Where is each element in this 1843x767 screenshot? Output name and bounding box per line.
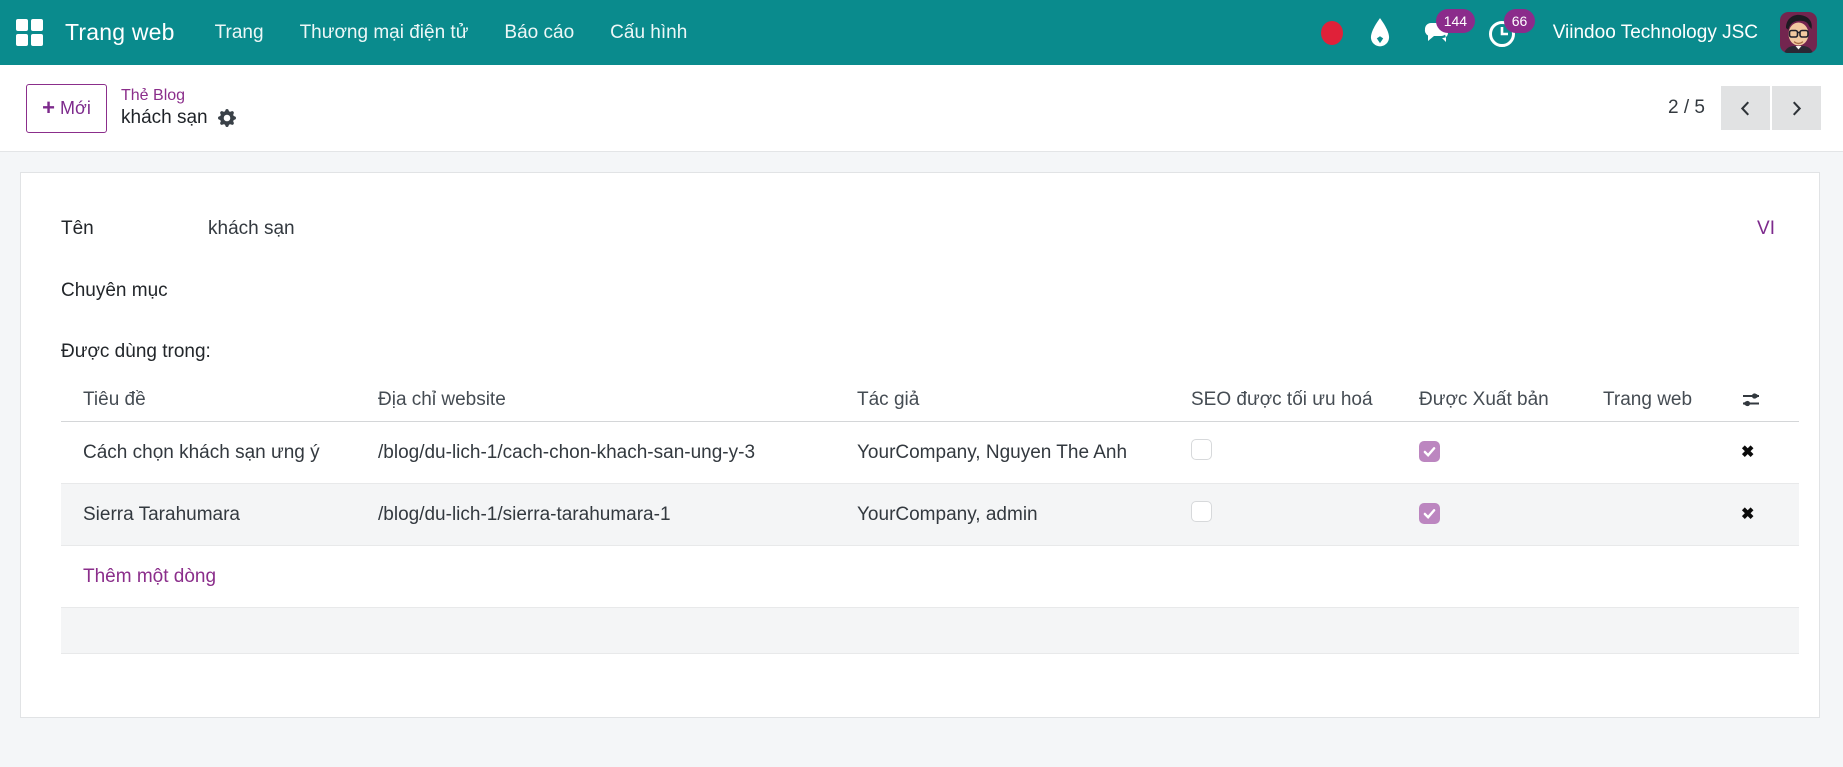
plus-icon: + (42, 95, 56, 120)
activities-clock-icon[interactable]: 66 (1487, 8, 1536, 49)
apps-grid-square (16, 34, 28, 46)
header-seo-optimized[interactable]: SEO được tối ưu hoá (1169, 389, 1397, 411)
header-website[interactable]: Trang web (1581, 389, 1727, 411)
user-menu[interactable]: Viindoo Technology JSC (1553, 22, 1758, 44)
cell-website-url: /blog/du-lich-1/sierra-tarahumara-1 (378, 503, 671, 525)
apps-grid-square (31, 19, 43, 31)
cell-title: Cách chọn khách sạn ưng ý (83, 441, 320, 463)
add-line-link[interactable]: Thêm một dòng (61, 566, 216, 588)
app-menu-bar: Trang Thương mại điện tử Báo cáo Cấu hìn… (215, 22, 688, 44)
apps-grid-square (31, 34, 43, 46)
pager-value: 2 / 5 (1668, 97, 1705, 118)
delete-row-button[interactable]: ✖ (1741, 445, 1754, 461)
used-in-label: Được dùng trong: (61, 341, 211, 362)
empty-striped-row (61, 608, 1799, 654)
topbar-systray: 144 66 Viindoo Technology JSC (1320, 8, 1817, 53)
menu-item-thuong-mai-dien-tu[interactable]: Thương mại điện tử (300, 22, 469, 44)
cell-author: YourCompany, admin (857, 503, 1038, 525)
new-record-button-label: Mới (60, 97, 91, 118)
header-author[interactable]: Tác giả (835, 389, 1169, 411)
messages-icon[interactable]: 144 (1419, 8, 1476, 49)
activities-count-badge: 66 (1503, 8, 1536, 33)
published-checkbox[interactable] (1419, 503, 1440, 524)
breadcrumb: Thẻ Blog khách sạn (121, 86, 236, 130)
delete-row-button[interactable]: ✖ (1741, 507, 1754, 523)
apps-menu-icon[interactable] (16, 19, 43, 46)
cell-seo-optimized (1169, 501, 1397, 528)
action-gear-icon[interactable] (217, 109, 236, 127)
field-row-category: Chuyên mục (61, 279, 1775, 303)
table-row[interactable]: Cách chọn khách sạn ưng ý /blog/du-lich-… (61, 422, 1799, 484)
chevron-left-icon (1740, 100, 1750, 116)
menu-item-bao-cao[interactable]: Báo cáo (504, 22, 574, 44)
cell-published (1397, 503, 1581, 526)
user-avatar[interactable] (1780, 12, 1817, 53)
droplet-icon[interactable] (1367, 17, 1393, 49)
seo-optimized-checkbox[interactable] (1191, 439, 1212, 460)
name-field-label: Tên (61, 218, 94, 239)
pager: 2 / 5 (1668, 86, 1821, 130)
field-row-name: Tên khách sạn VI (61, 217, 1775, 241)
table-row[interactable]: Sierra Tarahumara /blog/du-lich-1/sierra… (61, 484, 1799, 546)
odoo-window: Trang web Trang Thương mại điện tử Báo c… (0, 0, 1843, 767)
header-title[interactable]: Tiêu đề (61, 389, 356, 411)
form-sheet: Tên khách sạn VI Chuyên mục Được dùng tr… (20, 172, 1820, 718)
breadcrumb-parent-link[interactable]: Thẻ Blog (121, 86, 236, 106)
name-field-input[interactable]: khách sạn (208, 217, 1757, 241)
cell-published (1397, 441, 1581, 464)
menu-item-cau-hinh[interactable]: Cấu hình (610, 22, 687, 44)
header-published[interactable]: Được Xuất bản (1397, 389, 1581, 411)
translation-lang-button[interactable]: VI (1757, 217, 1775, 241)
messages-count-badge: 144 (1435, 8, 1476, 33)
control-panel: + Mới Thẻ Blog khách sạn 2 / 5 (0, 65, 1843, 152)
published-checkbox[interactable] (1419, 441, 1440, 462)
cell-author: YourCompany, Nguyen The Anh (857, 441, 1128, 463)
chevron-right-icon (1792, 100, 1802, 116)
breadcrumb-current: khách sạn (121, 107, 208, 128)
optional-columns-icon[interactable] (1727, 390, 1799, 410)
header-website-url[interactable]: Địa chỉ website (356, 389, 835, 411)
category-field-label: Chuyên mục (61, 280, 168, 301)
pager-previous-button[interactable] (1721, 86, 1770, 130)
record-indicator-icon[interactable] (1320, 20, 1343, 45)
cell-website-url: /blog/du-lich-1/cach-chon-khach-san-ung-… (378, 441, 756, 463)
cell-seo-optimized (1169, 439, 1397, 466)
pager-next-button[interactable] (1772, 86, 1821, 130)
add-line-row: Thêm một dòng (61, 546, 1799, 608)
apps-grid-square (16, 19, 28, 31)
top-navbar: Trang web Trang Thương mại điện tử Báo c… (0, 0, 1843, 65)
table-header-row: Tiêu đề Địa chỉ website Tác giả SEO được… (61, 379, 1799, 422)
seo-optimized-checkbox[interactable] (1191, 501, 1212, 522)
new-record-button[interactable]: + Mới (26, 83, 107, 133)
used-in-table: Tiêu đề Địa chỉ website Tác giả SEO được… (61, 379, 1799, 654)
menu-item-trang[interactable]: Trang (215, 22, 264, 44)
cell-title: Sierra Tarahumara (83, 503, 241, 525)
used-in-label-row: Được dùng trong: (61, 340, 1775, 364)
current-app-name[interactable]: Trang web (65, 19, 175, 46)
